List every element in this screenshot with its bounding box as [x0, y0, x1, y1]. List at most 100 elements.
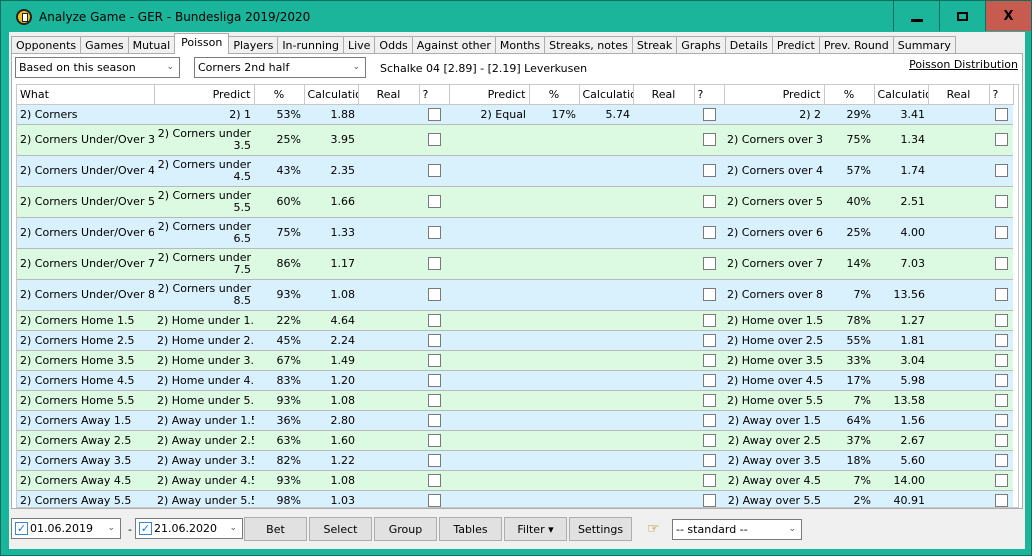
tab-players[interactable]: Players [228, 36, 279, 54]
row-checkbox[interactable] [427, 226, 441, 240]
row-checkbox[interactable] [702, 473, 716, 487]
row-checkbox[interactable] [427, 133, 441, 147]
row-checkbox[interactable] [994, 473, 1008, 487]
row-checkbox[interactable] [427, 353, 441, 367]
table-row[interactable]: 2) Corners Under/Over 3.5 2) Corners unde… [17, 124, 1013, 156]
tab-streak[interactable]: Streak [631, 36, 678, 54]
poisson-distribution-link[interactable]: Poisson Distribution [909, 58, 1018, 71]
tab-predict[interactable]: Predict [771, 36, 820, 54]
table-row[interactable]: 2) Corners Home 2.5 2) Home under 2.5 45% 2… [17, 330, 1013, 351]
row-checkbox[interactable] [702, 453, 716, 467]
row-checkbox[interactable] [702, 226, 716, 240]
profile-select[interactable]: -- standard -- ⌄ [672, 519, 802, 540]
row-checkbox[interactable] [427, 393, 441, 407]
row-checkbox[interactable] [702, 393, 716, 407]
tab-opponents[interactable]: Opponents [11, 36, 82, 54]
row-checkbox[interactable] [702, 433, 716, 447]
table-row[interactable]: 2) Corners Under/Over 6.5 2) Corners unde… [17, 217, 1013, 249]
tab-details[interactable]: Details [724, 36, 773, 54]
close-button[interactable]: X [986, 1, 1031, 31]
tab-mutual[interactable]: Mutual [127, 36, 176, 54]
table-row[interactable]: 2) Corners Under/Over 5.5 2) Corners unde… [17, 186, 1013, 218]
column-header[interactable]: Real [928, 85, 990, 105]
column-header[interactable]: % [824, 85, 875, 105]
row-checkbox[interactable] [702, 257, 716, 271]
column-header[interactable]: Predict [449, 85, 530, 105]
row-checkbox[interactable] [702, 164, 716, 178]
table-row[interactable]: 2) Corners Away 1.5 2) Away under 1.5 36% 2… [17, 410, 1013, 431]
column-header[interactable]: % [529, 85, 580, 105]
minimize-button[interactable] [894, 1, 940, 31]
column-header[interactable]: ? [694, 85, 725, 105]
table-row[interactable]: 2) Corners 2) 1 53% 1.88 2) Equal 17% 5.74 2) 2… [17, 104, 1013, 125]
table-row[interactable]: 2) Corners Away 3.5 2) Away under 3.5 82% 1… [17, 450, 1013, 471]
row-checkbox[interactable] [994, 393, 1008, 407]
row-checkbox[interactable] [994, 164, 1008, 178]
column-header[interactable]: ? [419, 85, 450, 105]
row-checkbox[interactable] [994, 288, 1008, 302]
column-header[interactable]: ? [989, 85, 1014, 105]
table-row[interactable]: 2) Corners Under/Over 8.5 2) Corners unde… [17, 279, 1013, 311]
row-checkbox[interactable] [994, 195, 1008, 209]
tab-live[interactable]: Live [342, 36, 376, 54]
table-row[interactable]: 2) Corners Away 5.5 2) Away under 5.5 98% 1… [17, 490, 1013, 507]
row-checkbox[interactable] [702, 133, 716, 147]
column-header[interactable]: Real [358, 85, 420, 105]
select-button[interactable]: Select [309, 517, 372, 541]
row-checkbox[interactable] [702, 373, 716, 387]
column-header[interactable]: Calculation [304, 85, 359, 105]
row-checkbox[interactable] [427, 373, 441, 387]
date-to-checkbox[interactable]: ✓ [139, 522, 152, 535]
row-checkbox[interactable] [994, 453, 1008, 467]
table-row[interactable]: 2) Corners Away 4.5 2) Away under 4.5 93% 1… [17, 470, 1013, 491]
row-checkbox[interactable] [427, 473, 441, 487]
row-checkbox[interactable] [994, 133, 1008, 147]
table-row[interactable]: 2) Corners Home 4.5 2) Home under 4.5 83% 1… [17, 370, 1013, 391]
basis-select[interactable]: Based on this season ⌄ [15, 57, 180, 78]
tab-against-other[interactable]: Against other [411, 36, 496, 54]
row-checkbox[interactable] [702, 107, 716, 121]
row-checkbox[interactable] [427, 333, 441, 347]
column-header[interactable]: Predict [724, 85, 825, 105]
tab-summary[interactable]: Summary [892, 36, 956, 54]
row-checkbox[interactable] [994, 413, 1008, 427]
row-checkbox[interactable] [702, 353, 716, 367]
row-checkbox[interactable] [702, 195, 716, 209]
table-row[interactable]: 2) Corners Away 2.5 2) Away under 2.5 63% 1… [17, 430, 1013, 451]
row-checkbox[interactable] [994, 313, 1008, 327]
settings-button[interactable]: Settings [569, 517, 632, 541]
row-checkbox[interactable] [427, 288, 441, 302]
row-checkbox[interactable] [994, 107, 1008, 121]
row-checkbox[interactable] [702, 413, 716, 427]
row-checkbox[interactable] [994, 257, 1008, 271]
column-header[interactable]: What [17, 85, 155, 105]
table-row[interactable]: 2) Corners Home 5.5 2) Home under 5.5 93% 1… [17, 390, 1013, 411]
market-select[interactable]: Corners 2nd half ⌄ [194, 57, 366, 78]
column-header[interactable]: Calculation [579, 85, 634, 105]
tab-streaks-notes[interactable]: Streaks, notes [544, 36, 633, 54]
row-checkbox[interactable] [427, 313, 441, 327]
filter-button[interactable]: Filter ▾ [504, 517, 567, 541]
row-checkbox[interactable] [994, 373, 1008, 387]
column-header[interactable]: % [254, 85, 305, 105]
row-checkbox[interactable] [427, 413, 441, 427]
row-checkbox[interactable] [702, 333, 716, 347]
row-checkbox[interactable] [994, 493, 1008, 507]
tables-button[interactable]: Tables [439, 517, 502, 541]
table-row[interactable]: 2) Corners Under/Over 7.5 2) Corners unde… [17, 248, 1013, 280]
table-row[interactable]: 2) Corners Under/Over 4.5 2) Corners unde… [17, 155, 1013, 187]
row-checkbox[interactable] [427, 257, 441, 271]
title-bar[interactable]: Analyze Game - GER - Bundesliga 2019/202… [1, 1, 1031, 32]
row-checkbox[interactable] [702, 288, 716, 302]
row-checkbox[interactable] [702, 493, 716, 507]
row-checkbox[interactable] [427, 433, 441, 447]
tab-in-running[interactable]: In-running [277, 36, 344, 54]
tab-graphs[interactable]: Graphs [676, 36, 726, 54]
bet-button[interactable]: Bet [244, 517, 307, 541]
row-checkbox[interactable] [702, 313, 716, 327]
column-header[interactable]: Real [633, 85, 695, 105]
tab-games[interactable]: Games [80, 36, 129, 54]
row-checkbox[interactable] [994, 433, 1008, 447]
tab-poisson[interactable]: Poisson [174, 33, 230, 54]
date-from-picker[interactable]: ✓ 01.06.2019 ⌄ [11, 518, 121, 539]
